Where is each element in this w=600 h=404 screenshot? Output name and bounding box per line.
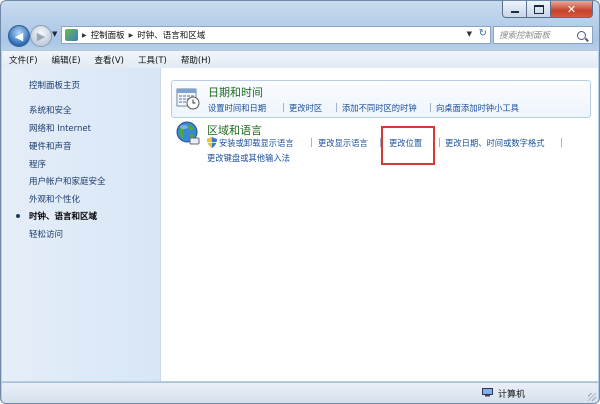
computer-icon [482,388,493,397]
menu-view[interactable]: 查看(V) [88,54,131,66]
sidebar-item-hardware-sound[interactable]: 硬件和声音 [29,140,72,152]
minimize-button[interactable] [502,1,527,18]
sidebar-item-appearance[interactable]: 外观和个性化 [29,193,80,205]
breadcrumb-separator[interactable]: ▶ [129,32,134,39]
category-date-time: 日期和时间 设置时间和日期 更改时区 添加不同时区的时钟 向桌面添加时钟小工具 [171,80,591,118]
address-row: ◀ ▶ ▼ ▶ 控制面板 ▶ 时钟、语言和区域 ▼ ↻ 搜索控制面板 [1,22,599,50]
refresh-icon[interactable]: ↻ [479,28,487,39]
status-bar: 计算机 [2,382,598,403]
back-button[interactable]: ◀ [8,25,30,47]
search-icon[interactable] [577,30,586,40]
control-panel-icon [65,29,78,41]
title-bar: ✕ [1,1,599,21]
maximize-icon [533,4,544,14]
maximize-button[interactable] [527,1,551,18]
breadcrumb-separator[interactable]: ▶ [82,32,87,39]
recent-pages-dropdown[interactable]: ▼ [52,30,57,38]
main-panel: 日期和时间 设置时间和日期 更改时区 添加不同时区的时钟 向桌面添加时钟小工具 … [161,68,598,381]
sidebar-item-clock-language-region[interactable]: 时钟、语言和区域 [29,210,97,222]
menu-bar: 文件(F) 编辑(E) 查看(V) 工具(T) 帮助(H) [2,50,598,69]
close-icon: ✕ [566,2,577,16]
link-separator [430,103,431,112]
sidebar-home-link[interactable]: 控制面板主页 [29,79,80,91]
link-change-display-language[interactable]: 更改显示语言 [318,137,368,149]
link-separator [439,138,440,147]
link-separator [283,103,284,112]
link-add-clock-gadget[interactable]: 向桌面添加时钟小工具 [436,102,519,114]
highlight-box-change-location [381,126,435,165]
content-area: 控制面板主页 系统和安全 网络和 Internet 硬件和声音 程序 用户帐户和… [2,68,598,381]
control-panel-window: ✕ ◀ ▶ ▼ ▶ 控制面板 ▶ 时钟、语言和区域 ▼ ↻ 搜索控制面板 文件(… [0,0,600,404]
search-input[interactable]: 搜索控制面板 [493,26,593,44]
address-dropdown-button[interactable]: ▼ [467,30,472,38]
minimize-icon [510,10,519,13]
sidebar: 控制面板主页 系统和安全 网络和 Internet 硬件和声音 程序 用户帐户和… [2,68,161,381]
menu-file[interactable]: 文件(F) [2,54,45,66]
status-computer-label: 计算机 [498,390,526,400]
link-change-timezone[interactable]: 更改时区 [289,102,322,114]
sidebar-item-network-internet[interactable]: 网络和 Internet [29,122,91,134]
link-separator [561,138,562,147]
link-change-date-time-number-format[interactable]: 更改日期、时间或数字格式 [445,137,545,149]
sidebar-item-ease-of-access[interactable]: 轻松访问 [29,228,63,240]
link-set-time-date[interactable]: 设置时间和日期 [208,102,266,114]
sidebar-item-user-accounts[interactable]: 用户帐户和家庭安全 [29,175,106,187]
arrow-left-icon: ◀ [14,29,24,43]
globe-icon[interactable] [176,121,200,145]
breadcrumb-clock-language-region[interactable]: 时钟、语言和区域 [137,29,205,41]
link-install-display-language[interactable]: 安装或卸载显示语言 [219,137,294,149]
menu-edit[interactable]: 编辑(E) [45,54,88,66]
close-button[interactable]: ✕ [551,1,593,18]
address-bar[interactable]: ▶ 控制面板 ▶ 时钟、语言和区域 ▼ ↻ [61,26,491,44]
category-title-region-language[interactable]: 区域和语言 [207,122,262,138]
search-placeholder: 搜索控制面板 [499,31,551,41]
sidebar-item-programs[interactable]: 程序 [29,158,46,170]
category-title-date-time[interactable]: 日期和时间 [208,84,263,100]
forward-button[interactable]: ▶ [30,25,52,47]
calendar-clock-icon[interactable] [176,86,200,110]
uac-shield-icon [207,137,217,148]
window-controls: ✕ [502,1,593,18]
link-separator [311,138,312,147]
sidebar-item-system-security[interactable]: 系统和安全 [29,104,72,116]
arrow-right-icon: ▶ [36,29,46,43]
resize-grip[interactable] [588,393,596,401]
link-separator [336,103,337,112]
breadcrumb-control-panel[interactable]: 控制面板 [91,29,125,41]
link-change-keyboard-input[interactable]: 更改键盘或其他输入法 [207,152,290,164]
menu-help[interactable]: 帮助(H) [174,54,218,66]
menu-tools[interactable]: 工具(T) [131,54,174,66]
link-add-clocks[interactable]: 添加不同时区的时钟 [342,102,417,114]
current-item-bullet [16,214,20,218]
